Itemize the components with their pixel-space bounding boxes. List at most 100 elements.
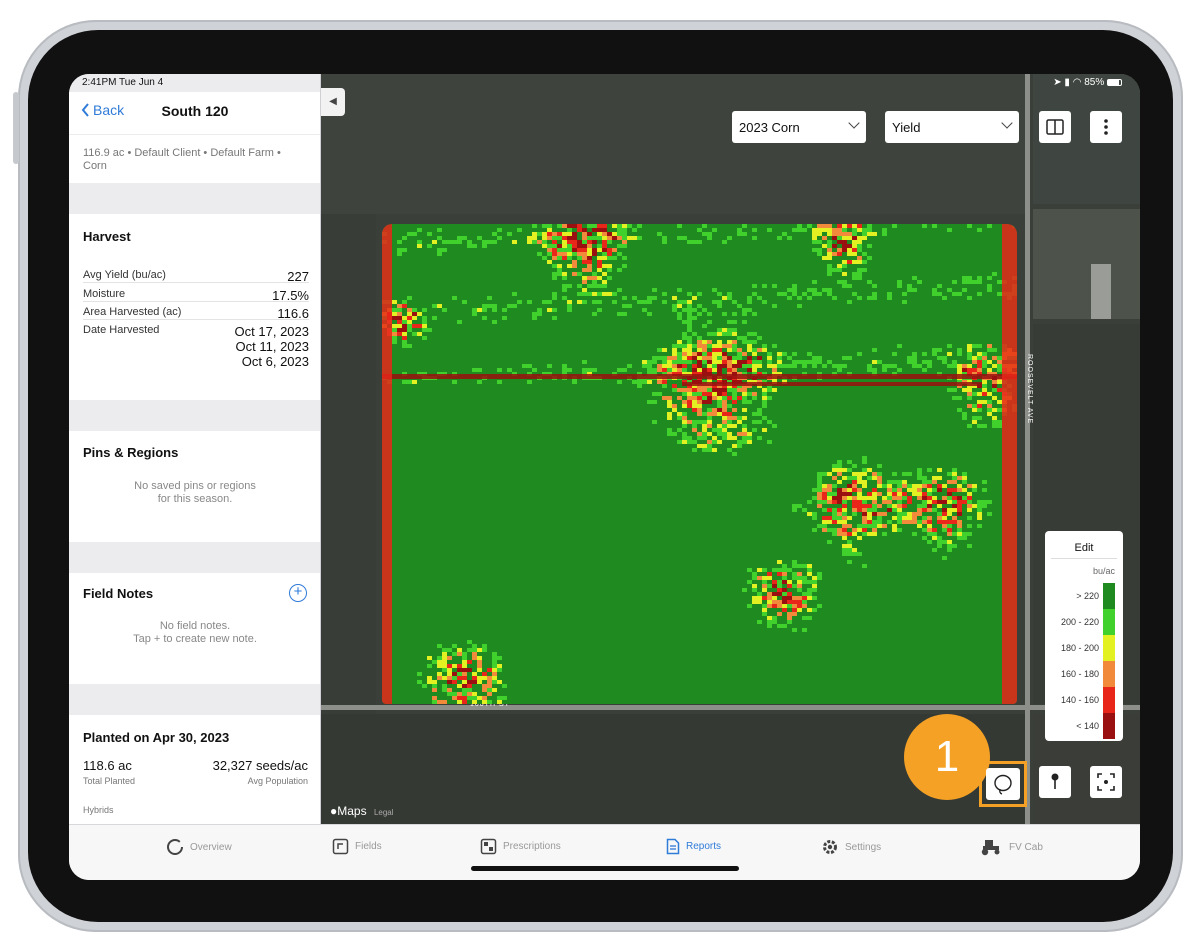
tab-reports[interactable]: Reports [666,838,721,858]
legend-row: 160 - 180 [1045,661,1123,687]
legend-swatch [1103,635,1115,661]
more-vertical-icon [1104,119,1108,135]
road-vertical [1025,74,1030,824]
signal-icon: ▮ [1064,77,1070,88]
legend-row-label: 160 - 180 [1060,669,1099,679]
pin-icon [1051,773,1059,789]
harvest-row-value: 17.5% [272,288,309,303]
season-select[interactable]: 2023 Corn [732,111,866,143]
drop-pin-button[interactable] [1039,766,1071,798]
harvest-card[interactable]: Harvest Avg Yield (bu/ac) 227 Moisture 1… [69,214,320,400]
yield-heatmap[interactable] [382,224,1017,704]
tab-fv-cab[interactable]: FV Cab [979,838,1043,858]
step-callout: 1 [904,714,990,800]
season-select-value: 2023 Corn [739,120,800,135]
layer-select-value: Yield [892,120,921,135]
yield-legend: Edit bu/ac > 220 200 - 220 180 - 200 160 - … [1045,531,1123,741]
pins-regions-card[interactable]: Pins & Regions No saved pins or regions … [69,431,320,542]
harvest-row-label: Moisture [83,288,126,300]
legend-row-label: 200 - 220 [1060,617,1099,627]
legend-row: 200 - 220 [1045,609,1123,635]
wifi-icon: ◠ [1072,77,1082,88]
legend-row: 140 - 160 [1045,687,1123,713]
planted-card[interactable]: Planted on Apr 30, 2023 118.6 ac Total P… [69,715,320,824]
more-options-button[interactable] [1090,111,1122,143]
legend-swatch [1103,661,1115,687]
lasso-icon [994,774,1012,795]
field-notes-title: Field Notes [83,586,154,601]
field-notes-card: Field Notes + No field notes. Tap + to c… [69,573,320,684]
legend-swatch [1103,583,1115,609]
road-label-v: ROOSEVELT AVE [1026,354,1033,425]
legend-swatch [1103,609,1115,635]
back-button[interactable]: Back [81,102,124,118]
tab-prescriptions[interactable]: Prescriptions [480,838,561,858]
tab-overview[interactable]: Overview [166,838,232,858]
legend-row: > 220 [1045,583,1123,609]
total-planted-label: Total Planted [83,776,136,786]
harvest-row-label: Avg Yield (bu/ac) [83,269,166,281]
status-time: 2:41PM Tue Jun 4 [82,77,164,88]
battery-icon [1107,79,1122,86]
layer-select[interactable]: Yield [885,111,1019,143]
maps-legal-link[interactable]: Legal [374,808,394,817]
road-horizontal [321,705,1140,710]
legend-unit: bu/ac [1092,566,1115,576]
legend-row-label: 140 - 160 [1060,695,1099,705]
tab-fields[interactable]: Fields [332,838,382,858]
collapse-sidebar-button[interactable]: ◀ [321,88,345,116]
hybrids-label: Hybrids [83,805,114,815]
battery-percent: 85% [1084,77,1105,88]
tab-bar: Overview Fields Prescriptions Reports Se… [69,824,1140,880]
map-view[interactable]: 100TH ST ROOSEVELT AVE ➤ ▮ ◠ 85% ◀ 2023 … [321,74,1140,824]
pins-empty-line2: for this season. [157,493,233,505]
maps-attribution: ●Maps Legal [330,804,394,818]
screen: 2:41PM Tue Jun 4 South 120 Back 116.9 ac… [69,74,1140,880]
lasso-tool-button[interactable] [986,768,1020,800]
harvest-row-label: Date Harvested [83,324,160,336]
highlighted-lasso-button [979,761,1027,807]
tab-settings[interactable]: Settings [821,838,881,858]
notes-empty-line1: No field notes. [159,620,231,632]
nav-bar: South 120 Back [69,92,320,134]
overview-ring-icon [167,839,183,855]
notes-empty-line2: Tap + to create new note. [133,633,257,645]
plus-icon: + [293,583,303,600]
split-view-button[interactable] [1039,111,1071,143]
legend-row-label: 180 - 200 [1060,643,1099,653]
avg-population-label: Avg Population [247,776,308,786]
home-indicator [471,866,739,871]
chevron-down-icon [848,117,860,129]
harvest-row-value: 116.6 [277,306,309,321]
back-label: Back [93,102,125,118]
avg-population-value: 32,327 seeds/ac [212,758,308,773]
location-icon: ➤ [1053,77,1062,88]
focus-frame-icon [1097,773,1115,791]
sidebar: 2:41PM Tue Jun 4 South 120 Back 116.9 ac… [69,74,321,824]
split-view-icon [1046,119,1064,135]
yield-heatmap-svg [382,224,1017,704]
legend-row: < 140 [1045,713,1123,739]
tractor-icon [981,840,1000,856]
legend-row-label: < 140 [1076,721,1099,731]
harvest-title: Harvest [83,229,131,244]
triangle-left-icon: ◀ [329,96,337,107]
harvest-row-label: Area Harvested (ac) [83,306,182,318]
side-button [13,92,19,164]
legend-row: 180 - 200 [1045,635,1123,661]
field-meta: 116.9 ac • Default Client • Default Farm… [83,147,281,172]
legend-swatch [1103,687,1115,713]
pins-title: Pins & Regions [83,445,179,460]
gear-icon [823,840,837,854]
harvest-row-value: 227 [287,269,309,284]
recenter-button[interactable] [1090,766,1122,798]
prescriptions-icon [480,838,497,855]
chevron-down-icon [1001,117,1013,129]
field-meta-card: 116.9 ac • Default Client • Default Farm… [69,135,320,183]
chevron-left-icon [81,103,89,117]
status-bar-right: ➤ ▮ ◠ 85% [1053,77,1122,88]
planted-title: Planted on Apr 30, 2023 [83,730,230,745]
legend-edit-button[interactable]: Edit [1051,537,1117,559]
legend-row-label: > 220 [1076,591,1099,601]
add-note-button[interactable]: + [289,584,307,602]
